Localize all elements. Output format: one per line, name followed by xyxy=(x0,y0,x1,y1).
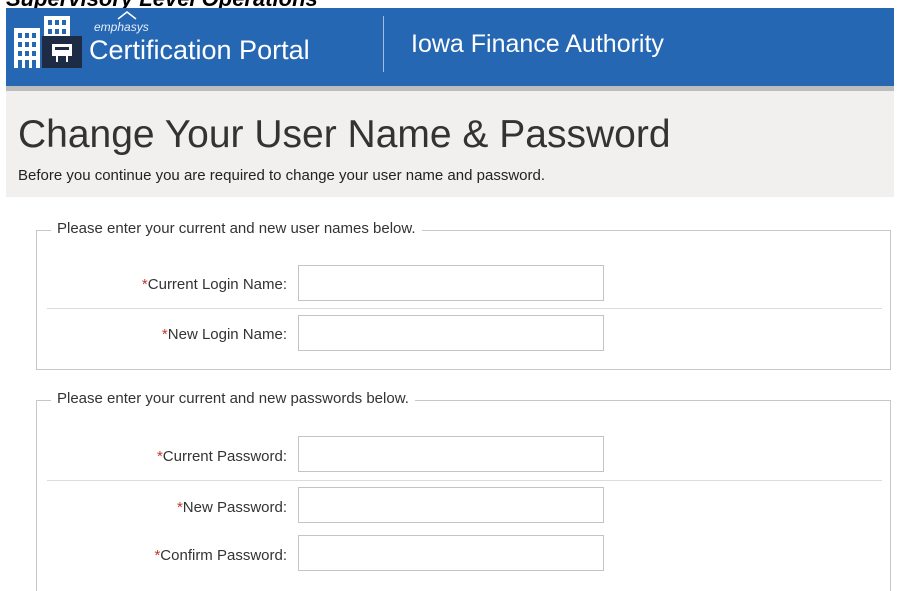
current-password-input[interactable] xyxy=(298,436,604,472)
new-login-name-input[interactable] xyxy=(298,315,604,351)
buildings-logo-icon xyxy=(14,16,82,68)
username-fieldset: Please enter your current and new user n… xyxy=(36,220,891,370)
password-fieldset: Please enter your current and new passwo… xyxy=(36,390,891,591)
new-password-label: *New Password: xyxy=(176,499,287,516)
current-login-name-label: *Current Login Name: xyxy=(141,276,287,293)
password-legend: Please enter your current and new passwo… xyxy=(51,390,415,407)
row-divider xyxy=(47,308,882,309)
page-subtitle: Before you continue you are required to … xyxy=(18,167,545,184)
page-title: Change Your User Name & Password xyxy=(18,113,671,156)
new-password-input[interactable] xyxy=(298,487,604,523)
username-legend: Please enter your current and new user n… xyxy=(51,220,422,237)
confirm-password-input[interactable] xyxy=(298,535,604,571)
organization-name: Iowa Finance Authority xyxy=(411,30,664,58)
brand-small-text: emphasys xyxy=(94,20,149,34)
current-password-label: *Current Password: xyxy=(156,448,287,465)
new-login-name-label: *New Login Name: xyxy=(161,326,287,343)
app-header: emphasys Certification Portal Iowa Finan… xyxy=(6,8,894,86)
confirm-password-label: *Confirm Password: xyxy=(154,547,287,564)
current-login-name-input[interactable] xyxy=(298,265,604,301)
brand-hat-icon xyxy=(117,11,137,20)
brand-title: Certification Portal xyxy=(89,35,310,65)
row-divider xyxy=(47,480,882,481)
page-banner: Change Your User Name & Password Before … xyxy=(6,91,894,197)
clipped-top-text-strip: Supervisory Level Operations xyxy=(0,0,897,8)
clipped-top-text: Supervisory Level Operations xyxy=(6,0,318,8)
header-divider xyxy=(383,16,384,72)
